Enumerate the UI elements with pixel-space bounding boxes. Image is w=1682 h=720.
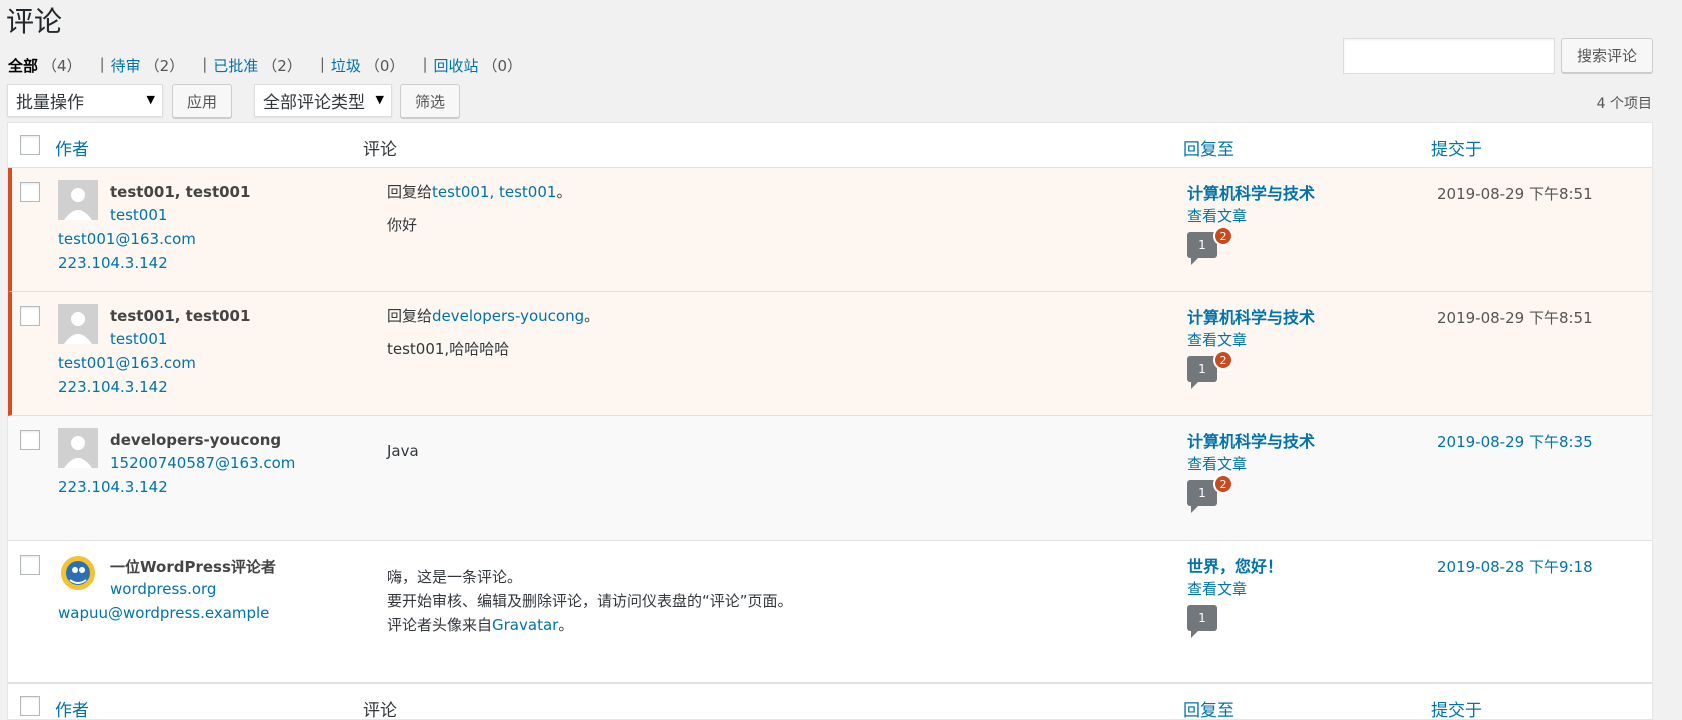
- column-response-footer[interactable]: 回复至: [1183, 696, 1234, 719]
- pending-count-badge[interactable]: 2: [1213, 474, 1233, 494]
- post-title-link[interactable]: 计算机科学与技术: [1187, 304, 1315, 328]
- view-post-link[interactable]: 查看文章: [1187, 578, 1247, 599]
- author-ip[interactable]: 223.104.3.142: [58, 478, 168, 496]
- page-scrollbar[interactable]: [1668, 0, 1682, 720]
- submitted-date: 2019-08-29 下午8:51: [1437, 185, 1593, 203]
- dropdown-arrow-icon: ▼: [375, 93, 384, 106]
- items-count: 4 个项目: [1596, 96, 1652, 112]
- submitted-date[interactable]: 2019-08-28 下午9:18: [1437, 556, 1593, 577]
- row-checkbox[interactable]: [20, 182, 40, 202]
- avatar: [58, 180, 98, 220]
- post-title-link[interactable]: 世界，您好！: [1187, 553, 1283, 577]
- row-checkbox[interactable]: [20, 306, 40, 326]
- apply-button[interactable]: 应用: [172, 84, 232, 118]
- avatar: [58, 553, 98, 593]
- pending-count-badge[interactable]: 2: [1213, 350, 1233, 370]
- reply-to-link[interactable]: test001, test001: [432, 183, 556, 201]
- author-name: 一位WordPress评论者: [110, 558, 276, 576]
- filter-approved[interactable]: 已批准 （2）: [213, 55, 302, 76]
- post-title-link[interactable]: 计算机科学与技术: [1187, 180, 1315, 204]
- pending-count-badge[interactable]: 2: [1213, 226, 1233, 246]
- column-author-footer[interactable]: 作者: [55, 696, 89, 719]
- column-submitted-footer[interactable]: 提交于: [1431, 696, 1482, 719]
- search-comments-button[interactable]: 搜索评论: [1561, 38, 1653, 73]
- reply-to-line: 回复给developers-youcong。: [387, 307, 600, 325]
- comment-body-line-2: 要开始审核、编辑及删除评论，请访问仪表盘的“评论”页面。: [387, 592, 793, 610]
- comment-status-filters: 全部 （4） | 待审 （2） | 已批准 （2） | 垃圾 （0） | 回收站 （0）: [8, 55, 523, 76]
- table-row: developers-youcong 15200740587@163.com 2…: [8, 416, 1652, 541]
- filter-trash[interactable]: 回收站 （0）: [434, 55, 523, 76]
- row-checkbox[interactable]: [20, 555, 40, 575]
- table-header: 作者 评论 回复至 提交于: [8, 123, 1652, 168]
- dropdown-arrow-icon: ▼: [146, 93, 155, 106]
- table-row: test001, test001 test001 test001@163.com…: [8, 292, 1652, 416]
- column-submitted[interactable]: 提交于: [1431, 135, 1482, 160]
- author-email[interactable]: wapuu@wordpress.example: [58, 604, 269, 622]
- author-url[interactable]: test001: [110, 206, 167, 224]
- row-checkbox[interactable]: [20, 430, 40, 450]
- reply-to-link[interactable]: developers-youcong: [432, 307, 584, 325]
- select-all-checkbox[interactable]: [20, 135, 40, 155]
- author-email[interactable]: test001@163.com: [58, 230, 196, 248]
- column-author[interactable]: 作者: [55, 135, 89, 160]
- author-ip[interactable]: 223.104.3.142: [58, 254, 168, 272]
- approved-comments-bubble[interactable]: 1: [1187, 605, 1217, 638]
- author-email[interactable]: test001@163.com: [58, 354, 196, 372]
- comment-body: Java: [387, 442, 419, 460]
- comment-body-line-1: 嗨，这是一条评论。: [387, 568, 523, 586]
- author-name: test001, test001: [110, 307, 251, 325]
- comment-body-line-3: 评论者头像来自Gravatar。: [387, 616, 574, 634]
- comment-type-select[interactable]: 全部评论类型 ▼: [254, 84, 392, 117]
- author-email[interactable]: 15200740587@163.com: [110, 454, 295, 472]
- comment-body: 你好: [387, 216, 418, 234]
- bulk-action-select[interactable]: 批量操作 ▼: [7, 84, 163, 117]
- search-comments-input[interactable]: [1343, 38, 1555, 74]
- submitted-date[interactable]: 2019-08-29 下午8:35: [1437, 431, 1593, 452]
- column-comment-footer: 评论: [363, 701, 397, 720]
- author-name: test001, test001: [110, 183, 251, 201]
- table-row: 一位WordPress评论者 wordpress.org wapuu@wordp…: [8, 541, 1652, 683]
- post-title-link[interactable]: 计算机科学与技术: [1187, 428, 1315, 452]
- table-row: test001, test001 test001 test001@163.com…: [8, 168, 1652, 292]
- view-post-link[interactable]: 查看文章: [1187, 205, 1247, 226]
- submitted-date: 2019-08-29 下午8:51: [1437, 309, 1593, 327]
- view-post-link[interactable]: 查看文章: [1187, 329, 1247, 350]
- table-footer: 作者 评论 回复至 提交于: [8, 683, 1652, 720]
- select-all-checkbox-footer[interactable]: [20, 696, 40, 716]
- column-response[interactable]: 回复至: [1183, 135, 1234, 160]
- view-post-link[interactable]: 查看文章: [1187, 453, 1247, 474]
- column-comment: 评论: [363, 140, 397, 160]
- author-url[interactable]: test001: [110, 330, 167, 348]
- reply-to-line: 回复给test001, test001。: [387, 183, 572, 201]
- gravatar-link[interactable]: Gravatar: [492, 616, 558, 634]
- comments-table: 作者 评论 回复至 提交于 test001, test001 test001 t…: [7, 122, 1653, 720]
- comment-body: test001,哈哈哈哈: [387, 340, 510, 358]
- author-ip[interactable]: 223.104.3.142: [58, 378, 168, 396]
- avatar: [58, 428, 98, 468]
- filter-all[interactable]: 全部 （4）: [8, 55, 82, 76]
- filter-button[interactable]: 筛选: [400, 84, 460, 118]
- filter-pending[interactable]: 待审 （2）: [111, 55, 185, 76]
- author-url[interactable]: wordpress.org: [110, 580, 216, 598]
- author-name: developers-youcong: [110, 431, 282, 449]
- avatar: [58, 304, 98, 344]
- filter-spam[interactable]: 垃圾 （0）: [331, 55, 405, 76]
- page-title: 评论: [6, 5, 63, 38]
